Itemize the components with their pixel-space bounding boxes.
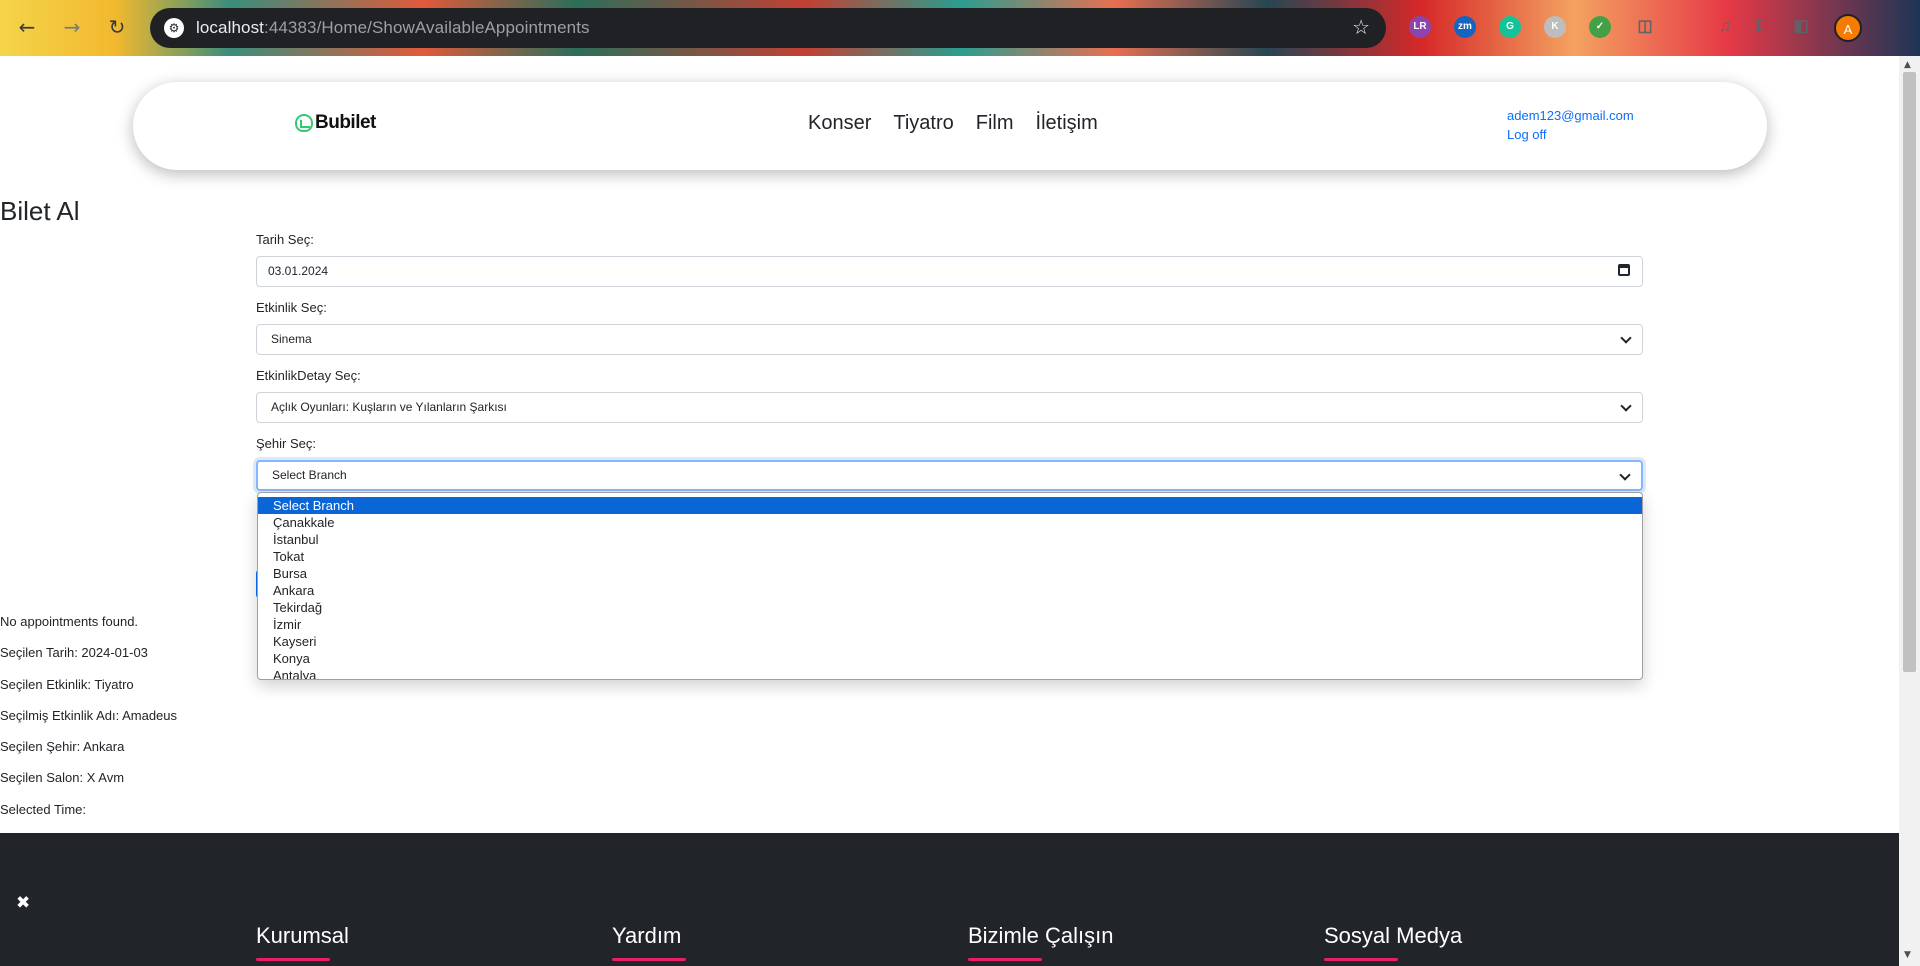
- city-select-value: Select Branch: [272, 468, 347, 482]
- reload-icon[interactable]: ↻: [104, 14, 130, 40]
- city-option[interactable]: Select Branch: [258, 497, 1642, 514]
- city-option[interactable]: Antalya: [258, 667, 1642, 679]
- date-value: 03.01.2024: [268, 264, 329, 278]
- calendar-icon[interactable]: [1618, 264, 1630, 276]
- chevron-down-icon: [1620, 400, 1632, 412]
- footer-underline: [1324, 958, 1398, 961]
- visual-studio-icon[interactable]: ✖: [16, 893, 36, 913]
- chevron-down-icon: [1619, 469, 1631, 481]
- scroll-thumb[interactable]: [1903, 72, 1916, 672]
- address-bar[interactable]: ⚙ localhost:44383/Home/ShowAvailableAppo…: [150, 8, 1386, 48]
- footer-heading: Bizimle Çalışın: [968, 923, 1114, 948]
- nav-link-film[interactable]: Film: [965, 112, 1025, 135]
- event-select-value: Sinema: [271, 332, 312, 346]
- nav-link-konser[interactable]: Konser: [797, 112, 882, 135]
- extension-k-icon[interactable]: K: [1544, 16, 1566, 38]
- city-select[interactable]: Select Branch: [256, 460, 1643, 491]
- nav-link-tiyatro[interactable]: Tiyatro: [882, 112, 964, 135]
- city-option[interactable]: Ankara: [258, 582, 1642, 599]
- event-label: Etkinlik Seç:: [256, 300, 327, 315]
- city-label: Şehir Seç:: [256, 436, 316, 451]
- footer-heading: Kurumsal: [256, 923, 349, 948]
- nav-link-iletisim[interactable]: İletişim: [1025, 112, 1109, 135]
- footer-heading: Yardım: [612, 923, 682, 948]
- logo-mark-icon: [295, 114, 313, 132]
- back-icon[interactable]: ←: [14, 14, 40, 40]
- page-scrollbar[interactable]: ▲ ▼: [1899, 56, 1920, 966]
- scroll-up-arrow-icon[interactable]: ▲: [1904, 60, 1911, 70]
- date-label: Tarih Seç:: [256, 232, 314, 247]
- media-icon[interactable]: ♫: [1714, 16, 1736, 38]
- browser-toolbar: ← → ↻ ⚙ localhost:44383/Home/ShowAvailab…: [0, 0, 1920, 56]
- bookmark-star-icon[interactable]: ☆: [1352, 15, 1370, 39]
- footer-underline: [968, 958, 1042, 961]
- profile-avatar[interactable]: A: [1834, 14, 1862, 42]
- chevron-down-icon: [1620, 332, 1632, 344]
- selected-date-text: Seçilen Tarih: 2024-01-03: [0, 645, 148, 660]
- selected-event-name-text: Seçilmiş Etkinlik Adı: Amadeus: [0, 708, 178, 723]
- event-detail-select[interactable]: Açlık Oyunları: Kuşların ve Yılanların Ş…: [256, 392, 1643, 423]
- side-panel-icon[interactable]: ◧: [1790, 16, 1812, 38]
- user-menu: adem123@gmail.com Log off: [1507, 106, 1634, 144]
- footer-column-yardim: Yardım: [612, 923, 686, 961]
- brand-logo[interactable]: Bubilet: [295, 112, 376, 134]
- user-email-link[interactable]: adem123@gmail.com: [1507, 106, 1634, 125]
- browser-menu-icon[interactable]: ⋮: [1884, 14, 1904, 38]
- event-detail-select-value: Açlık Oyunları: Kuşların ve Yılanların Ş…: [271, 400, 507, 414]
- no-appointments-text: No appointments found.: [0, 614, 139, 629]
- date-input[interactable]: 03.01.2024: [256, 256, 1643, 287]
- footer-underline: [612, 958, 686, 961]
- footer-column-kurumsal: Kurumsal: [256, 923, 349, 961]
- footer-column-bizimle-calisin: Bizimle Çalışın: [968, 923, 1113, 961]
- extension-zm-icon[interactable]: zm: [1454, 16, 1476, 38]
- city-dropdown-list: Select Branch Çanakkale İstanbul Tokat B…: [257, 492, 1643, 680]
- city-option[interactable]: Konya: [258, 650, 1642, 667]
- extension-grammarly-icon[interactable]: G: [1499, 16, 1521, 38]
- page-title: Bilet Al: [0, 196, 80, 226]
- extension-shield-icon[interactable]: ✓: [1589, 16, 1611, 38]
- city-option[interactable]: Tokat: [258, 548, 1642, 565]
- selected-salon-text: Seçilen Salon: X Avm: [0, 770, 125, 785]
- extension-lr-icon[interactable]: LR: [1409, 16, 1431, 38]
- logoff-link[interactable]: Log off: [1507, 125, 1634, 144]
- site-footer: Kurumsal Yardım Bizimle Çalışın Sosyal M…: [0, 833, 1899, 966]
- city-option[interactable]: Bursa: [258, 565, 1642, 582]
- url-text[interactable]: localhost:44383/Home/ShowAvailableAppoin…: [196, 18, 590, 38]
- site-navbar: Bubilet Konser Tiyatro Film İletişim ade…: [133, 82, 1767, 170]
- brand-name: Bubilet: [315, 112, 376, 133]
- forward-icon[interactable]: →: [59, 14, 85, 40]
- city-option[interactable]: Tekirdağ: [258, 599, 1642, 616]
- scroll-down-arrow-icon[interactable]: ▼: [1904, 950, 1911, 960]
- city-option[interactable]: İstanbul: [258, 531, 1642, 548]
- event-detail-label: EtkinlikDetay Seç:: [256, 368, 361, 383]
- city-option[interactable]: İzmir: [258, 616, 1642, 633]
- extensions-puzzle-icon[interactable]: ◫: [1634, 16, 1656, 38]
- city-option[interactable]: Çanakkale: [258, 514, 1642, 531]
- selected-time-text: Selected Time:: [0, 802, 86, 817]
- selected-city-text: Seçilen Şehir: Ankara: [0, 739, 125, 754]
- footer-underline: [256, 958, 330, 961]
- city-option[interactable]: Kayseri: [258, 633, 1642, 650]
- event-select[interactable]: Sinema: [256, 324, 1643, 355]
- selected-event-text: Seçilen Etkinlik: Tiyatro: [0, 677, 134, 692]
- download-icon[interactable]: ↧: [1748, 16, 1770, 38]
- main-nav: Konser Tiyatro Film İletişim: [797, 112, 1109, 135]
- footer-column-sosyal-medya: Sosyal Medya: [1324, 923, 1462, 961]
- site-info-icon[interactable]: ⚙: [164, 18, 184, 38]
- footer-heading: Sosyal Medya: [1324, 923, 1463, 948]
